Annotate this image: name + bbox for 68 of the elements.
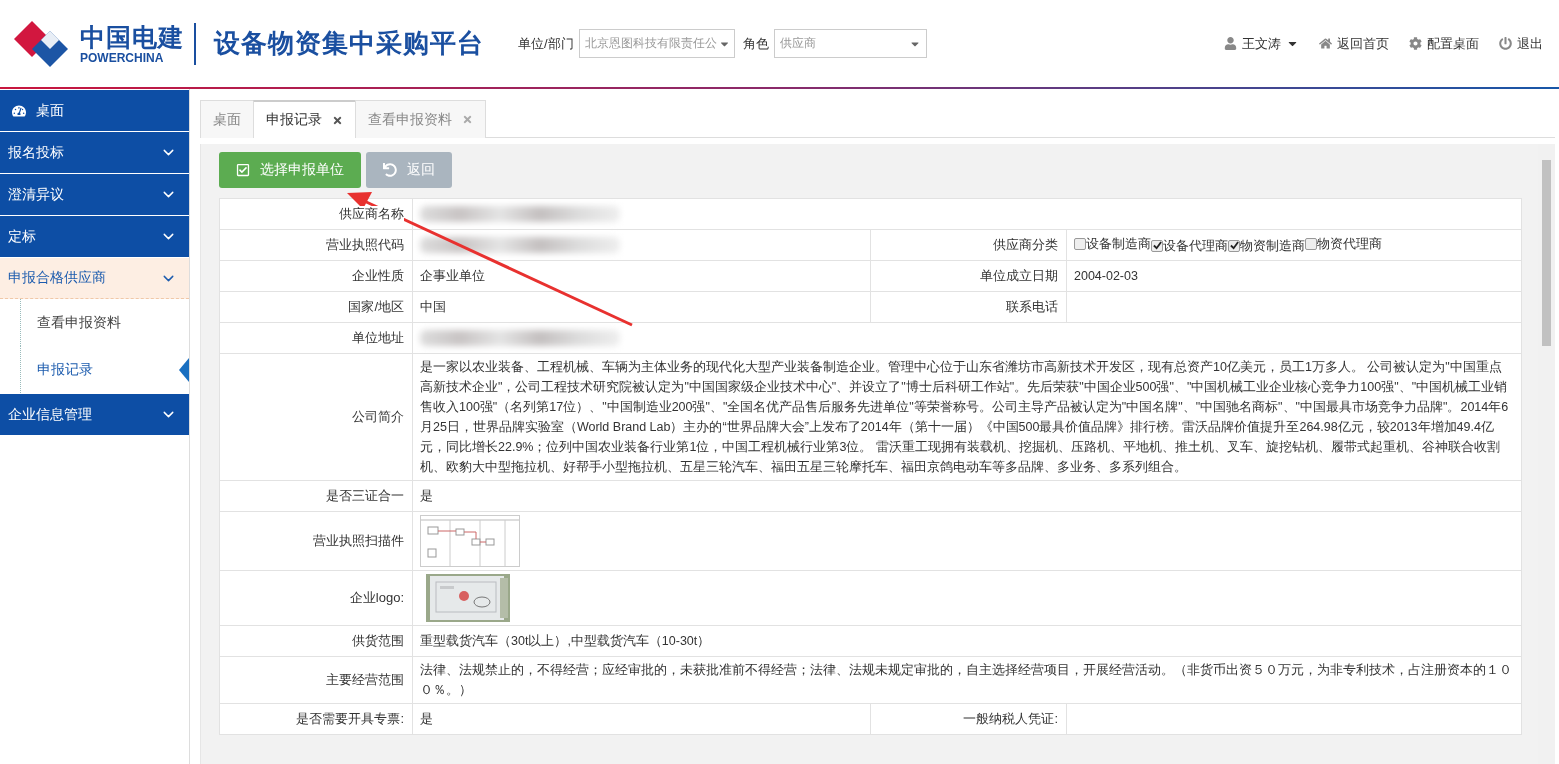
sidebar-item[interactable]: 澄清异议 <box>0 174 189 215</box>
field-label: 企业logo: <box>349 590 404 605</box>
tab[interactable]: 查看申报资料 <box>355 100 486 138</box>
tab[interactable]: 桌面 <box>200 100 254 138</box>
active-indicator <box>179 358 189 382</box>
platform-title: 设备物资集中采购平台 <box>214 27 484 60</box>
field-value: 是一家以农业装备、工程机械、车辆为主体业务的现代化大型产业装备制造企业。管理中心位于山东省潍坊市高新技术开发区，现有总资产10亿美元，员工1万多人。 公司被认定为"中国重点高新技术企业"，公司工程技术研究院被认定为"中国国家级企业技术中心"、并设立了"博士后科研工作站"。先后荣获"中国企业500强"、"中国机械工业企业核心竞争力100强"、"中国机械工业销售收入100强"（名列第17位）、"中国制造业200强"、"全国名优产品售后服务先进单位"等荣誉称号。公司主导产品被认定为"中国名牌"、"中国驰名商标"、"中国最具市场竞争力品牌"。2014年6月25日，世界品牌实验室（World Brand Lab）主办的“世界品牌大会”上发布了2014年（第十一届）《中国500最具价值品牌》排行榜。雷沃品牌价值提升至264.98亿元，较2013年增加49.4亿元，同比增长22.9%；位列中国农业装备行业第1位，中国工程机械行业第3位。 雷沃重工现拥有装载机、挖掘机、压路机、平地机、推土机、叉车、旋挖钻机、履带式起重机、谷神联合收割机、欧豹大中型拖拉机、好帮手小型拖拉机、五星三轮汽车、福田五星三轮摩托车、福田京鸽电动车等多品牌、多业务、多系列组合。 <box>420 360 1509 474</box>
brand-subtitle: POWERCHINA <box>80 50 165 65</box>
sidebar-subitem[interactable]: 查看申报资料 <box>20 299 189 346</box>
header-link[interactable]: 退出 <box>1499 34 1543 53</box>
power-icon <box>1499 37 1512 50</box>
field-value: 中国 <box>420 300 446 314</box>
checkbox-label: 物资制造商 <box>1240 236 1305 255</box>
user-icon <box>1224 37 1237 50</box>
field-value: 企事业单位 <box>420 269 485 283</box>
sidebar-label: 桌面 <box>36 101 64 120</box>
field-label: 单位/部门 <box>518 34 574 53</box>
undo-icon <box>383 163 397 177</box>
field-label: 营业执照代码 <box>326 237 404 252</box>
field-value: 2004-02-03 <box>1074 269 1138 283</box>
checkbox-label: 设备制造商 <box>1086 235 1151 253</box>
field-label: 单位成立日期 <box>980 268 1058 283</box>
sidebar-item[interactable]: 桌面 <box>0 90 189 131</box>
header-link[interactable]: 返回首页 <box>1319 34 1389 53</box>
home-icon <box>1319 37 1332 50</box>
sidebar-label: 澄清异议 <box>8 185 64 204</box>
field-value: 重型载货汽车（30t以上）,中型载货汽车（10-30t） <box>420 634 711 648</box>
sidebar-item[interactable]: 申报合格供应商 <box>0 258 189 299</box>
field-label: 供应商名称 <box>339 206 404 221</box>
sidebar-label: 企业信息管理 <box>8 405 92 424</box>
field-label: 是否需要开具专票: <box>296 711 404 726</box>
field-label: 公司简介 <box>352 409 404 424</box>
checkbox[interactable] <box>1074 238 1086 250</box>
field-label: 是否三证合一 <box>326 488 404 503</box>
settings-icon <box>1409 37 1422 50</box>
dashboard-icon <box>12 103 26 118</box>
checkbox[interactable] <box>1305 238 1317 250</box>
field-value: 法律、法规禁止的，不得经营；应经审批的，未获批准前不得经营；法律、法规未规定审批的，自主选择经营项目，开展经营活动。（非货币出资５０万元，为非专利技术，占注册资本的１００％。） <box>420 663 1512 697</box>
sidebar-label: 申报合格供应商 <box>8 269 106 287</box>
field-value: 是 <box>420 489 433 503</box>
close-icon[interactable] <box>332 114 343 126</box>
field-label: 联系电话 <box>1006 299 1058 314</box>
user-menu[interactable]: 王文涛 <box>1224 34 1299 53</box>
sidebar-subitem[interactable]: 申报记录 <box>20 346 189 393</box>
field-label: 一般纳税人凭证: <box>963 711 1058 726</box>
header-link[interactable]: 配置桌面 <box>1409 34 1479 53</box>
field-label: 企业性质 <box>352 268 404 283</box>
brand-name: 中国电建 <box>80 22 184 51</box>
sidebar-label: 报名投标 <box>8 143 64 162</box>
checkbox-icon <box>236 163 250 177</box>
field-label: 供货范围 <box>352 633 404 648</box>
sidebar-label: 定标 <box>8 227 36 246</box>
sidebar-item[interactable]: 定标 <box>0 216 189 257</box>
field-label: 角色 <box>742 34 769 53</box>
checkbox-label: 设备代理商 <box>1163 236 1228 255</box>
field-label: 单位地址 <box>352 330 404 345</box>
sidebar-item[interactable]: 报名投标 <box>0 132 189 173</box>
tab[interactable]: 申报记录 <box>253 100 356 138</box>
checkbox[interactable] <box>1151 239 1163 252</box>
field-label: 供应商分类 <box>993 237 1058 252</box>
sidebar-item[interactable]: 企业信息管理 <box>0 394 189 435</box>
scrollbar[interactable] <box>1538 144 1555 764</box>
field-label: 营业执照扫描件 <box>313 533 404 548</box>
field-label: 主要经营范围 <box>326 672 404 687</box>
field-value: 是 <box>420 712 433 726</box>
checkbox[interactable] <box>1228 239 1240 252</box>
field-label: 国家/地区 <box>348 299 404 314</box>
checkbox-label: 物资代理商 <box>1317 235 1382 253</box>
